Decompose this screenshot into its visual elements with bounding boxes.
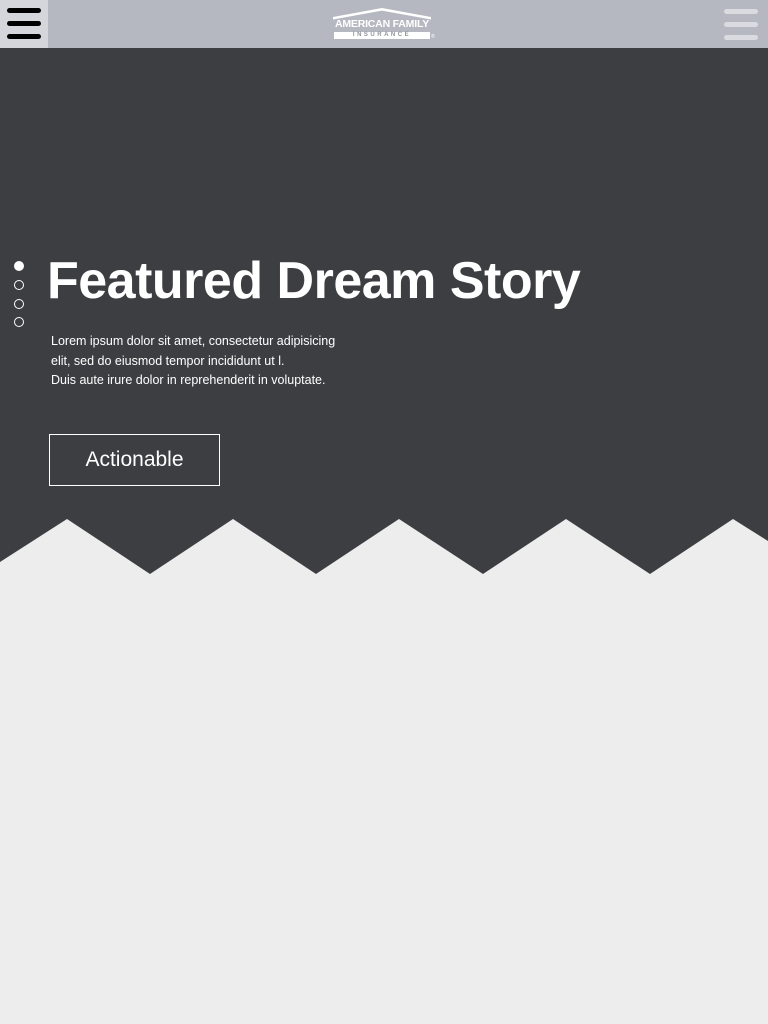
hero-title: Featured Dream Story	[47, 252, 581, 310]
hero-description: Lorem ipsum dolor sit amet, consectetur …	[51, 332, 371, 391]
top-bar: AMERICAN FAMILY INSURANCE ®	[0, 0, 768, 48]
slide-dot-3[interactable]	[14, 299, 24, 309]
hero-description-line: Lorem ipsum dolor sit amet, consectetur …	[51, 334, 336, 348]
hamburger-menu-icon-bar	[724, 35, 758, 40]
hamburger-menu-icon-bar	[7, 34, 41, 39]
registered-mark: ®	[431, 34, 435, 40]
logo-wordmark: AMERICAN FAMILY	[334, 18, 430, 30]
slide-dot-2[interactable]	[14, 280, 24, 290]
american-family-insurance-logo[interactable]: AMERICAN FAMILY INSURANCE ®	[331, 7, 437, 41]
slide-indicators	[14, 261, 28, 331]
hero-description-line: elit, sed do eiusmod tempor incididunt u…	[51, 353, 285, 368]
logo-subtitle: INSURANCE	[334, 32, 430, 39]
hamburger-menu-icon-bar	[724, 22, 758, 27]
menu-button[interactable]	[0, 0, 48, 48]
hero-description-line: Duis aute irure dolor in reprehenderit i…	[51, 373, 326, 387]
slide-dot-4[interactable]	[14, 317, 24, 327]
hero-background	[0, 48, 768, 574]
hamburger-menu-icon	[724, 9, 758, 14]
slide-dot-1[interactable]	[14, 261, 24, 271]
hamburger-menu-icon-bar	[7, 21, 41, 26]
hamburger-menu-icon	[7, 8, 41, 13]
right-menu-button[interactable]	[724, 6, 758, 42]
actionable-button[interactable]: Actionable	[49, 434, 220, 486]
